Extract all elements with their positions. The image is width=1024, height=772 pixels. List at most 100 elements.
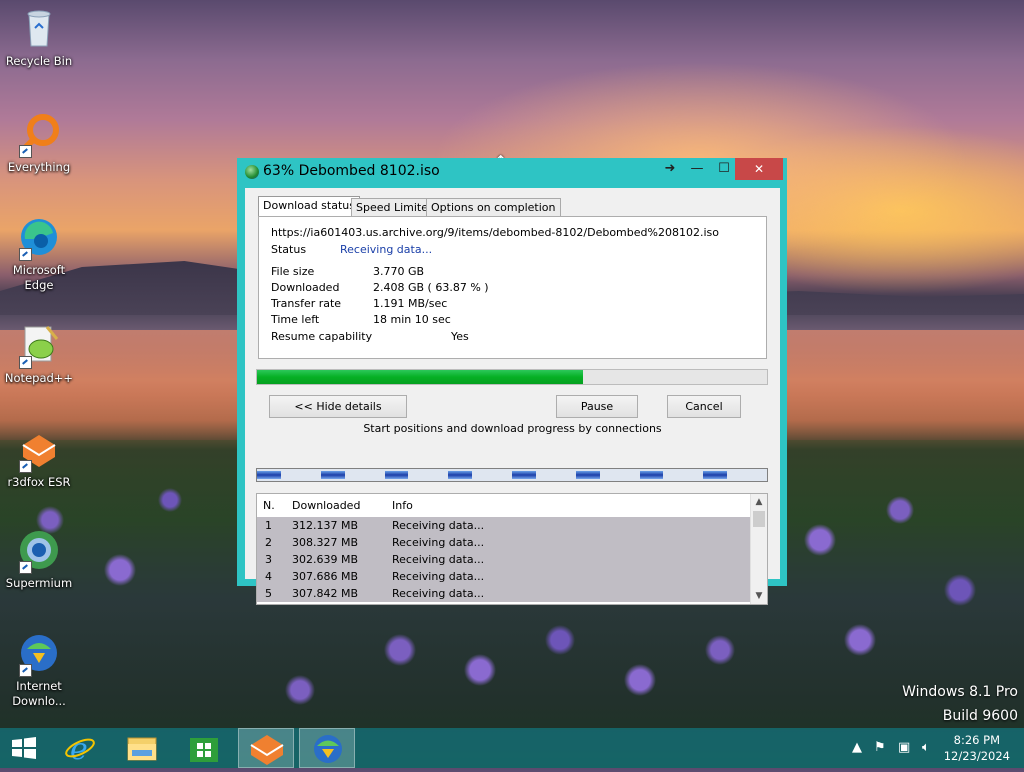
- download-progress-bar: [256, 369, 768, 385]
- connection-segment-progress: [703, 471, 728, 479]
- status-value: Receiving data...: [340, 243, 433, 256]
- connection-segment: [480, 469, 512, 481]
- connection-downloaded: 302.639 MB: [292, 553, 359, 566]
- connection-segment: [289, 469, 321, 481]
- hide-details-button[interactable]: << Hide details: [269, 395, 407, 418]
- taskbar: e ▲ ⚑ ▣ 🔈︎ 8:26 PM 12/23/2024: [0, 728, 1024, 768]
- tab-options-on-completion[interactable]: Options on completion: [426, 198, 561, 216]
- pause-button[interactable]: Pause: [556, 395, 638, 418]
- connection-downloaded: 312.137 MB: [292, 519, 359, 532]
- connection-segment: [384, 469, 417, 481]
- taskbar-r3dfox[interactable]: [238, 728, 294, 768]
- taskbar-internet-explorer[interactable]: e: [52, 728, 108, 768]
- tab-speed-limiter[interactable]: Speed Limiter: [351, 198, 438, 216]
- action-center-flag-icon[interactable]: ⚑: [874, 740, 886, 755]
- connection-segment: [639, 469, 672, 481]
- minimize-button[interactable]: —: [682, 158, 712, 180]
- connections-caption: Start positions and download progress by…: [363, 422, 662, 435]
- close-button[interactable]: ✕: [735, 158, 783, 180]
- pin-icon[interactable]: ➜: [655, 158, 685, 180]
- resume-capability-label: Resume capability: [271, 330, 373, 343]
- scroll-thumb[interactable]: [753, 511, 765, 527]
- desktop-icon-label: r3dfox ESR: [7, 475, 71, 489]
- shortcut-arrow-icon: [19, 356, 32, 369]
- connection-row[interactable]: 4 307.686 MB Receiving data...: [257, 568, 751, 585]
- start-button[interactable]: [0, 728, 48, 768]
- connection-segment: [320, 469, 353, 481]
- clock-date: 12/23/2024: [943, 749, 1010, 763]
- scroll-down-icon[interactable]: ▼: [751, 588, 767, 604]
- connection-row[interactable]: 1 312.137 MB Receiving data...: [257, 517, 751, 534]
- r3dfox-icon: [250, 735, 284, 765]
- taskbar-idm[interactable]: [299, 728, 355, 768]
- notepadpp-icon: [17, 323, 61, 369]
- connection-row[interactable]: 5 307.842 MB Receiving data...: [257, 585, 751, 602]
- connections-progress-bar: [256, 468, 768, 482]
- r3dfox-icon: [17, 427, 61, 473]
- time-left-label: Time left: [271, 313, 320, 326]
- shortcut-arrow-icon: [19, 248, 32, 261]
- desktop-icon-everything[interactable]: Everything: [2, 112, 76, 175]
- window-client: Download status Speed Limiter Options on…: [245, 188, 780, 605]
- connection-segment-progress: [575, 471, 600, 479]
- connection-number: 1: [265, 519, 272, 532]
- connection-downloaded: 308.327 MB: [292, 536, 359, 549]
- connection-segment-progress: [320, 471, 345, 479]
- connection-segment-progress: [448, 471, 473, 479]
- edge-icon: [17, 215, 61, 261]
- column-header-downloaded[interactable]: Downloaded: [292, 499, 360, 512]
- taskbar-store[interactable]: [176, 728, 232, 768]
- connection-row[interactable]: 2 308.327 MB Receiving data...: [257, 534, 751, 551]
- downloaded-label: Downloaded: [271, 281, 340, 294]
- list-scrollbar[interactable]: ▲ ▼: [750, 494, 767, 604]
- cancel-button[interactable]: Cancel: [667, 395, 741, 418]
- connection-segment: [448, 469, 480, 481]
- recycle-bin-icon: [17, 6, 61, 50]
- window-title: 63% Debombed 8102.iso: [263, 163, 440, 179]
- show-hidden-icons-icon[interactable]: ▲: [852, 740, 862, 755]
- desktop-icon-label: Internet Downlo...: [12, 679, 66, 708]
- connection-number: 4: [265, 570, 272, 583]
- taskbar-file-explorer[interactable]: [114, 728, 170, 768]
- tab-download-status[interactable]: Download status: [258, 196, 360, 217]
- desktop-icon-edge[interactable]: Microsoft Edge: [2, 215, 76, 293]
- store-icon: [190, 738, 218, 762]
- connection-downloaded: 307.686 MB: [292, 570, 359, 583]
- file-explorer-icon: [127, 737, 157, 761]
- download-url: https://ia601403.us.archive.org/9/items/…: [271, 226, 719, 239]
- connection-info: Receiving data...: [392, 519, 485, 532]
- connection-row[interactable]: 3 302.639 MB Receiving data...: [257, 551, 751, 568]
- desktop-icon-label: Everything: [7, 160, 71, 174]
- column-header-info[interactable]: Info: [392, 499, 413, 512]
- network-icon[interactable]: ▣: [898, 740, 910, 755]
- desktop-icon-recycle-bin[interactable]: Recycle Bin: [2, 6, 76, 69]
- scroll-up-icon[interactable]: ▲: [751, 494, 767, 510]
- svg-text:e: e: [70, 732, 88, 767]
- connection-info: Receiving data...: [392, 587, 485, 600]
- connection-segment: [257, 469, 289, 481]
- desktop-icon-notepadpp[interactable]: Notepad++: [2, 323, 76, 386]
- connection-segment: [353, 469, 385, 481]
- clock-time: 8:26 PM: [953, 733, 1001, 747]
- column-header-n[interactable]: N.: [263, 499, 275, 512]
- connections-list[interactable]: N. Downloaded Info 1 312.137 MB Receiving …: [256, 493, 768, 605]
- connection-segment: [671, 469, 703, 481]
- connection-info: Receiving data...: [392, 570, 485, 583]
- connection-number: 2: [265, 536, 272, 549]
- desktop-icon-supermium[interactable]: Supermium: [2, 528, 76, 591]
- desktop-icon-idm[interactable]: Internet Downlo...: [2, 631, 76, 709]
- transfer-rate-value: 1.191 MB/sec: [373, 297, 448, 310]
- connection-number: 5: [265, 587, 272, 600]
- volume-muted-icon[interactable]: 🔈︎: [922, 740, 930, 755]
- idm-icon: [314, 735, 342, 763]
- download-window[interactable]: 63% Debombed 8102.iso ➜ — ☐ ✕ Download s…: [237, 158, 787, 605]
- idm-icon: [17, 631, 61, 677]
- taskbar-clock[interactable]: 8:26 PM 12/23/2024: [944, 732, 1010, 764]
- connection-segment-progress: [257, 471, 281, 479]
- windows-edition-watermark: Windows 8.1 Pro: [902, 684, 1018, 700]
- desktop-icon-label: Supermium: [5, 576, 73, 590]
- connection-segment: [416, 469, 448, 481]
- desktop-icon-r3dfox[interactable]: r3dfox ESR: [2, 427, 76, 490]
- start-icon: [12, 737, 36, 759]
- download-status-panel: https://ia601403.us.archive.org/9/items/…: [258, 216, 767, 359]
